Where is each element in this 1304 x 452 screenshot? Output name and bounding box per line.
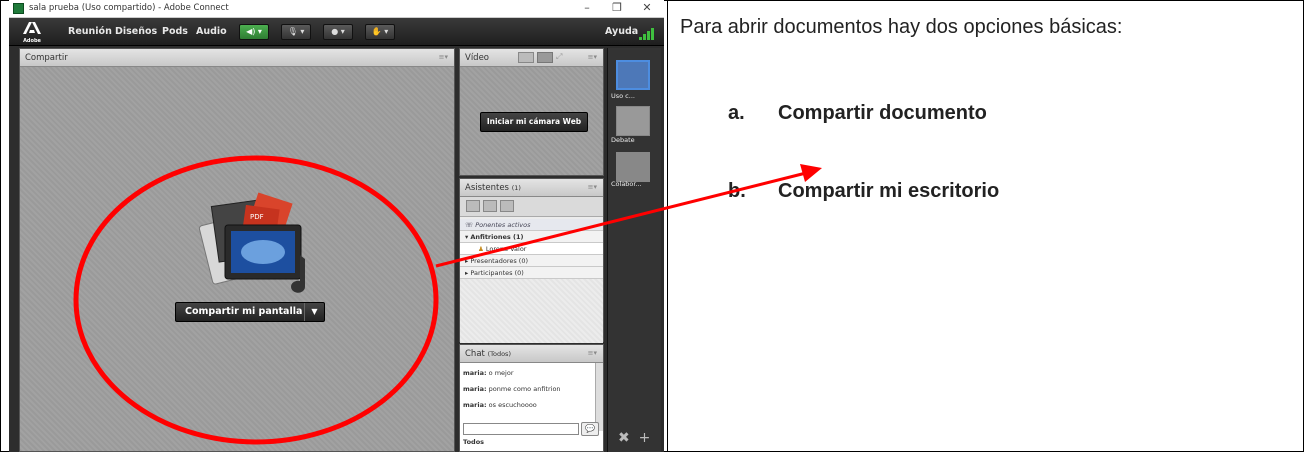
layout-discussion-label: Debate: [611, 136, 635, 144]
layout-collaboration-label: Colabor...: [611, 180, 642, 188]
status-button[interactable]: ✋ ▾: [365, 24, 395, 40]
hosts-group[interactable]: ▾ Anfitriones (1): [460, 231, 603, 243]
attendees-pod-title: Asistentes (1): [465, 183, 521, 193]
sort-icon[interactable]: [500, 200, 514, 212]
speaker-icon: ◀): [246, 27, 256, 36]
active-speakers-row: ☏ Ponentes activos: [460, 219, 603, 231]
phone-icon: ☏: [465, 221, 474, 229]
pod-options-icon[interactable]: ≡▾: [439, 53, 448, 61]
video-pod-header: Vídeo ⤢ ≡▾: [460, 49, 603, 67]
chat-message: maria: ponme como anfitrion: [463, 385, 561, 393]
pod-options-icon[interactable]: ≡▾: [588, 349, 597, 357]
share-screen-button[interactable]: Compartir mi pantalla ▼: [175, 302, 325, 322]
layout-collaboration[interactable]: [616, 152, 650, 182]
right-cell: [667, 0, 1304, 452]
grid-view-icon[interactable]: [518, 52, 534, 63]
minimize-button[interactable]: –: [577, 1, 597, 14]
chat-pod-header: Chat (Todos) ≡▾: [460, 345, 603, 363]
video-pod: Vídeo ⤢ ≡▾ Iniciar mi cámara Web: [459, 48, 604, 176]
adobe-logo-icon: Adobe: [21, 22, 43, 44]
pod-options-icon[interactable]: ≡▾: [588, 183, 597, 191]
share-media-icon: PDF: [198, 192, 305, 293]
svg-text:PDF: PDF: [250, 213, 264, 221]
chat-pod-title: Chat (Todos): [465, 349, 511, 359]
restore-button[interactable]: ❐: [607, 1, 627, 14]
adobe-a-icon: [23, 22, 41, 34]
breakout-view-icon[interactable]: [483, 200, 497, 212]
layout-tools: ✖ +: [618, 430, 650, 446]
app-icon: [13, 3, 24, 14]
menu-audio[interactable]: Audio: [196, 26, 227, 37]
chat-input[interactable]: [463, 423, 579, 435]
share-pod: Compartir ≡▾ PDF Compartir mi pantalla ▼: [19, 48, 455, 452]
fullscreen-icon[interactable]: ⤢: [556, 52, 562, 62]
menu-reunion[interactable]: Reunión: [68, 26, 112, 37]
option-marker-b: b.: [728, 180, 746, 202]
instructions-intro: Para abrir documentos hay dos opciones b…: [680, 16, 1123, 38]
send-message-button[interactable]: 💬: [581, 422, 599, 436]
menu-disenos[interactable]: Diseños: [115, 26, 157, 37]
pod-options-icon[interactable]: ≡▾: [588, 53, 597, 61]
chat-scrollbar[interactable]: [595, 363, 603, 431]
presenters-group[interactable]: ▸ Presentadores (0): [460, 255, 603, 267]
microphone-icon: 🎙: [287, 27, 298, 36]
participants-group[interactable]: ▸ Participantes (0): [460, 267, 603, 279]
chat-message: maria: o mejor: [463, 369, 514, 377]
window-title: sala prueba (Uso compartido) - Adobe Con…: [29, 3, 229, 13]
raise-hand-icon: ✋: [371, 27, 382, 36]
adobe-connect-window: sala prueba (Uso compartido) - Adobe Con…: [9, 0, 664, 452]
attendees-pod: Asistentes (1) ≡▾ ☏ Ponentes activos ▾ A…: [459, 178, 604, 343]
connection-signal-icon: [639, 26, 655, 40]
layout-sharing[interactable]: [616, 60, 650, 90]
chat-messages: maria: o mejor maria: ponme como anfitri…: [460, 363, 597, 431]
microphone-button[interactable]: 🎙 ▾: [281, 24, 311, 40]
webcam-icon: ●: [331, 27, 339, 36]
filmstrip-view-icon[interactable]: [537, 52, 553, 63]
adobe-logo-text: Adobe: [23, 38, 41, 44]
option-share-desktop: Compartir mi escritorio: [778, 180, 1000, 202]
list-view-icon[interactable]: [466, 200, 480, 212]
attendees-empty-area: [460, 279, 603, 343]
attendees-toolbar: [460, 197, 603, 217]
option-marker-a: a.: [728, 102, 745, 124]
chat-tab-everyone[interactable]: Todos: [463, 438, 484, 446]
add-layout-icon[interactable]: +: [639, 430, 651, 446]
layout-discussion[interactable]: [616, 106, 650, 136]
user-icon: ♟: [478, 245, 484, 253]
title-bar: sala prueba (Uso compartido) - Adobe Con…: [9, 0, 664, 18]
share-screen-label: Compartir mi pantalla: [185, 306, 303, 317]
menu-bar: Adobe Reunión Diseños Pods Audio ◀) ▾ 🎙 …: [9, 18, 664, 46]
attendees-pod-header: Asistentes (1) ≡▾: [460, 179, 603, 197]
menu-pods[interactable]: Pods: [162, 26, 188, 37]
wrench-icon[interactable]: ✖: [618, 430, 630, 446]
option-share-document: Compartir documento: [778, 102, 987, 124]
share-pod-header: Compartir ≡▾: [20, 49, 454, 67]
layouts-bar: Uso c... Debate Colabor... ✖ +: [607, 48, 661, 452]
video-pod-title: Vídeo: [465, 53, 490, 63]
camera-button[interactable]: ● ▾: [323, 24, 353, 40]
speaker-button[interactable]: ◀) ▾: [239, 24, 269, 40]
help-menu[interactable]: Ayuda: [605, 26, 638, 37]
attendee-row[interactable]: ♟ Lorena Valor: [460, 243, 603, 255]
layout-sharing-label: Uso c...: [611, 92, 635, 100]
share-pod-title: Compartir: [25, 53, 68, 63]
chat-pod: Chat (Todos) ≡▾ maria: o mejor maria: po…: [459, 344, 604, 452]
chat-bubble-icon: 💬: [585, 424, 595, 433]
share-options-chevron-icon[interactable]: ▼: [304, 303, 324, 321]
start-webcam-button[interactable]: Iniciar mi cámara Web: [480, 112, 588, 132]
close-button[interactable]: ✕: [637, 1, 657, 14]
chat-message: maria: os escuchoooo: [463, 401, 537, 409]
